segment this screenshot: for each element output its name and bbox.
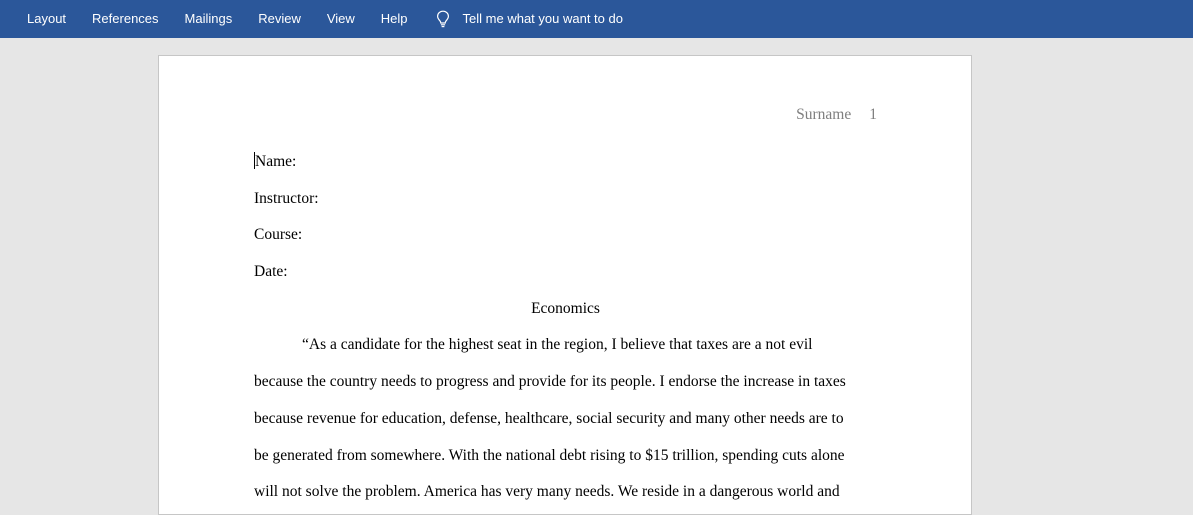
instructor-field: Instructor: bbox=[254, 189, 319, 207]
paragraph-line: “As a candidate for the highest seat in … bbox=[302, 336, 813, 354]
lightbulb-icon bbox=[436, 10, 449, 28]
ribbon-tab-bar: Layout References Mailings Review View H… bbox=[0, 0, 1193, 38]
date-line: Date: bbox=[254, 262, 874, 299]
document-title: Economics bbox=[531, 299, 600, 317]
tell-me-search[interactable]: Tell me what you want to do bbox=[436, 0, 623, 38]
date-field: Date: bbox=[254, 263, 288, 281]
course-line: Course: bbox=[254, 225, 874, 262]
tab-mailings[interactable]: Mailings bbox=[172, 0, 246, 38]
tab-layout[interactable]: Layout bbox=[14, 0, 79, 38]
tab-review[interactable]: Review bbox=[245, 0, 314, 38]
tell-me-label: Tell me what you want to do bbox=[462, 11, 623, 26]
page-header: Surname 1 bbox=[796, 106, 877, 124]
tab-view[interactable]: View bbox=[314, 0, 368, 38]
course-field: Course: bbox=[254, 226, 303, 244]
paragraph-line: be generated from somewhere. With the na… bbox=[254, 446, 845, 464]
header-page-number: 1 bbox=[869, 106, 877, 123]
paragraph-line: will not solve the problem. America has … bbox=[254, 483, 840, 501]
name-field: Name: bbox=[255, 153, 297, 170]
paragraph-line: because the country needs to progress an… bbox=[254, 373, 846, 391]
name-line: Name: bbox=[254, 152, 874, 189]
document-body[interactable]: Name: Instructor: Course: Date: Economic… bbox=[254, 152, 874, 514]
tab-help[interactable]: Help bbox=[368, 0, 421, 38]
paragraph-line: because revenue for education, defense, … bbox=[254, 409, 844, 427]
header-surname: Surname bbox=[796, 106, 852, 123]
document-page[interactable]: Surname 1 Name: Instructor: Course: Date:… bbox=[158, 55, 972, 515]
tab-references[interactable]: References bbox=[79, 0, 171, 38]
instructor-line: Instructor: bbox=[254, 189, 874, 226]
